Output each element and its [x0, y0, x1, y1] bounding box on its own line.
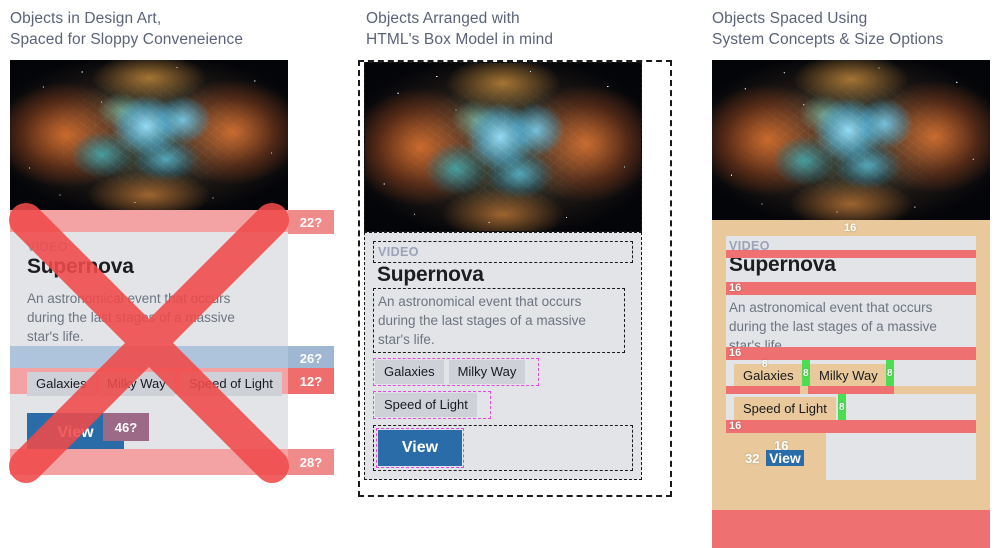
spacing-label-chip-inset: 8: [762, 359, 768, 370]
spacing-label-title-desc: 16: [729, 282, 742, 294]
column-heading-design-art: Objects in Design Art, Spaced for Sloppy…: [10, 10, 244, 48]
eyebrow-box: VIDEO: [373, 241, 633, 263]
chip-speed-of-light[interactable]: Speed of Light: [734, 397, 836, 421]
spacing-label-chips-button: 16: [729, 420, 742, 432]
measure-badge-top: 22?: [288, 210, 334, 234]
button-row-box: View: [373, 425, 633, 471]
description-box: An astronomical event that occurs during…: [373, 288, 625, 353]
chip-speed-of-light[interactable]: Speed of Light: [375, 393, 477, 417]
spacing-bar-card-bottom: [712, 510, 990, 548]
card-padding-region: VIDEO Supernova 16 16 An astronomical ev…: [712, 220, 990, 510]
measure-badge-button: 46?: [103, 413, 149, 441]
spacing-label-image-gap: 16: [844, 222, 857, 234]
spacing-label-button-pad-left: 32: [745, 451, 760, 466]
comparison-board: Objects in Design Art, Spaced for Sloppy…: [0, 0, 1000, 548]
spacing-band-chips: [10, 346, 288, 368]
crab-nebula-image: [364, 62, 642, 232]
crab-nebula-image: [10, 60, 288, 210]
chip-galaxies[interactable]: Galaxies: [734, 364, 803, 388]
button-row-block: [826, 433, 976, 480]
measure-badge-chiprow: 12?: [288, 368, 334, 394]
star-field: [365, 63, 641, 231]
card-system-spacing: VIDEO Supernova 16 16 An astronomical ev…: [712, 60, 990, 548]
spacing-label-chip-gap-2: 8: [887, 368, 893, 379]
card-title: Supernova: [27, 255, 134, 278]
card-description: An astronomical event that occurs during…: [27, 291, 235, 344]
star-field: [10, 60, 288, 210]
card-box-model: VIDEO Supernova An astronomical event th…: [364, 62, 642, 480]
chip-row-1-box: Galaxies Milky Way: [373, 358, 540, 386]
spacing-label-desc-chips: 16: [729, 347, 742, 359]
measure-badge-chips: 26?: [288, 346, 334, 370]
column-heading-system: Objects Spaced Using System Concepts & S…: [712, 10, 944, 48]
spacing-band-bottom: [10, 449, 288, 475]
spacing-label-chip-gap-3: 8: [839, 402, 845, 413]
card-body: VIDEO Supernova An astronomical event th…: [364, 232, 642, 480]
chip-speed-of-light[interactable]: Speed of Light: [180, 372, 282, 396]
chip-galaxies[interactable]: Galaxies: [375, 360, 444, 384]
card-description: An astronomical event that occurs during…: [378, 294, 586, 347]
card-design-art: VIDEO Supernova An astronomical event th…: [10, 60, 334, 475]
chip-galaxies[interactable]: Galaxies: [27, 372, 96, 396]
card-body: VIDEO Supernova An astronomical event th…: [10, 210, 288, 475]
chip-milky-way[interactable]: Milky Way: [448, 360, 526, 384]
measure-badge-bottom: 28?: [288, 449, 334, 475]
crab-nebula-image: [712, 60, 990, 220]
card-title: Supernova: [377, 263, 484, 286]
spacing-bar-chip-row-gap-b: [808, 386, 894, 394]
chip-row-2-box: Speed of Light: [373, 391, 491, 419]
spacing-bar-chips-button: [726, 420, 976, 433]
spacing-bar-chip-row-gap-a: [726, 386, 800, 394]
view-button[interactable]: View: [378, 430, 462, 466]
spacing-label-chip-gap-1: 8: [803, 368, 809, 379]
spacing-bar-eyebrow-title: [726, 250, 976, 258]
spacing-band-top: [10, 210, 288, 232]
column-heading-box-model: Objects Arranged with HTML's Box Model i…: [366, 10, 554, 48]
card-eyebrow: VIDEO: [378, 245, 419, 259]
star-field: [712, 60, 990, 220]
view-button[interactable]: View: [766, 450, 804, 466]
card-eyebrow: VIDEO: [27, 240, 68, 254]
spacing-bar-title-desc: [726, 282, 976, 295]
chip-milky-way[interactable]: Milky Way: [98, 372, 175, 396]
chip-milky-way[interactable]: Milky Way: [810, 364, 887, 388]
button-box: View: [376, 428, 464, 468]
